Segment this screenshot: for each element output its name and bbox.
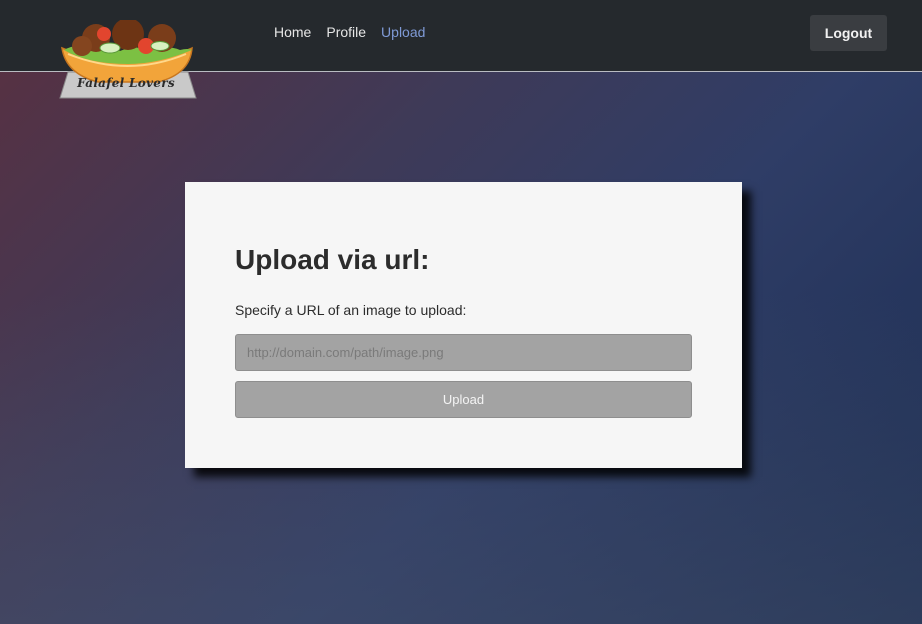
upload-description: Specify a URL of an image to upload: xyxy=(235,302,467,318)
logo-text: Falafel Lovers xyxy=(77,76,175,90)
falafel-lovers-logo[interactable]: Falafel Lovers xyxy=(58,20,198,102)
nav-link-home[interactable]: Home xyxy=(274,24,311,40)
url-input[interactable] xyxy=(235,334,692,371)
logout-button[interactable]: Logout xyxy=(810,15,887,51)
main-nav: Home Profile Upload xyxy=(274,24,425,40)
page-title: Upload via url: xyxy=(235,244,430,275)
nav-link-profile[interactable]: Profile xyxy=(326,24,366,40)
upload-button[interactable]: Upload xyxy=(235,381,692,418)
nav-link-upload[interactable]: Upload xyxy=(381,24,425,40)
upload-card: Upload via url: Specify a URL of an imag… xyxy=(185,182,742,468)
